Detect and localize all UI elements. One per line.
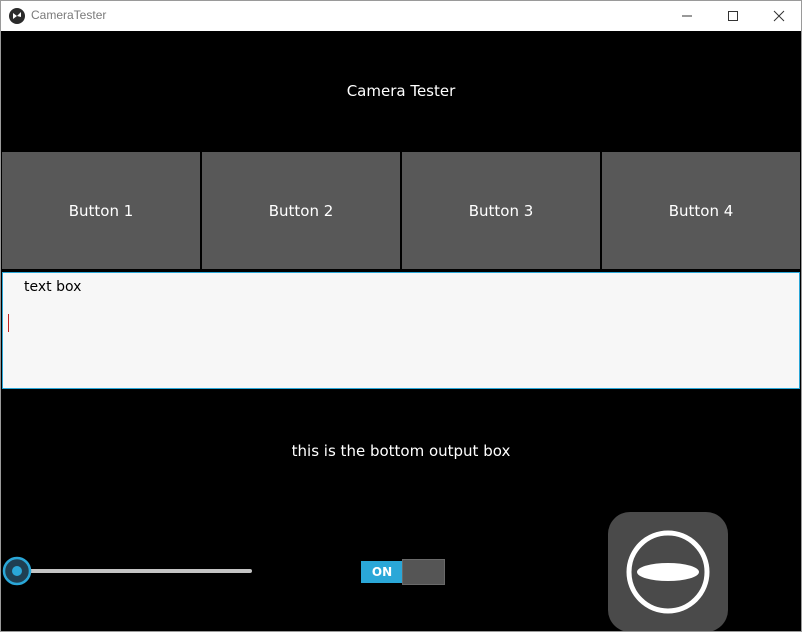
- camera-shutter-icon: [626, 530, 710, 614]
- slider-track[interactable]: [17, 569, 252, 573]
- toggle-switch[interactable]: ON: [361, 559, 445, 585]
- output-label: this is the bottom output box: [291, 442, 511, 460]
- maximize-icon: [728, 11, 738, 21]
- switch-knob[interactable]: [402, 559, 445, 585]
- capture-button[interactable]: [608, 512, 728, 631]
- minimize-button[interactable]: [664, 1, 710, 31]
- header-label: Camera Tester: [346, 82, 456, 100]
- text-input-value: text box: [24, 279, 82, 295]
- title-bar: CameraTester: [1, 1, 801, 31]
- app-window: CameraTester Camera Tester Button 1 Butt…: [0, 0, 802, 632]
- button-2[interactable]: Button 2: [202, 152, 400, 269]
- switch-on-label: ON: [361, 561, 403, 583]
- button-4[interactable]: Button 4: [602, 152, 800, 269]
- maximize-button[interactable]: [710, 1, 756, 31]
- minimize-icon: [682, 15, 692, 17]
- button-1[interactable]: Button 1: [2, 152, 200, 269]
- kivy-icon: [9, 8, 25, 24]
- close-icon: [773, 10, 785, 22]
- window-title: CameraTester: [31, 8, 107, 22]
- text-cursor: [8, 314, 9, 332]
- button-3[interactable]: Button 3: [402, 152, 600, 269]
- text-input[interactable]: text box: [2, 272, 800, 389]
- close-button[interactable]: [756, 1, 801, 31]
- slider-handle[interactable]: [2, 556, 32, 586]
